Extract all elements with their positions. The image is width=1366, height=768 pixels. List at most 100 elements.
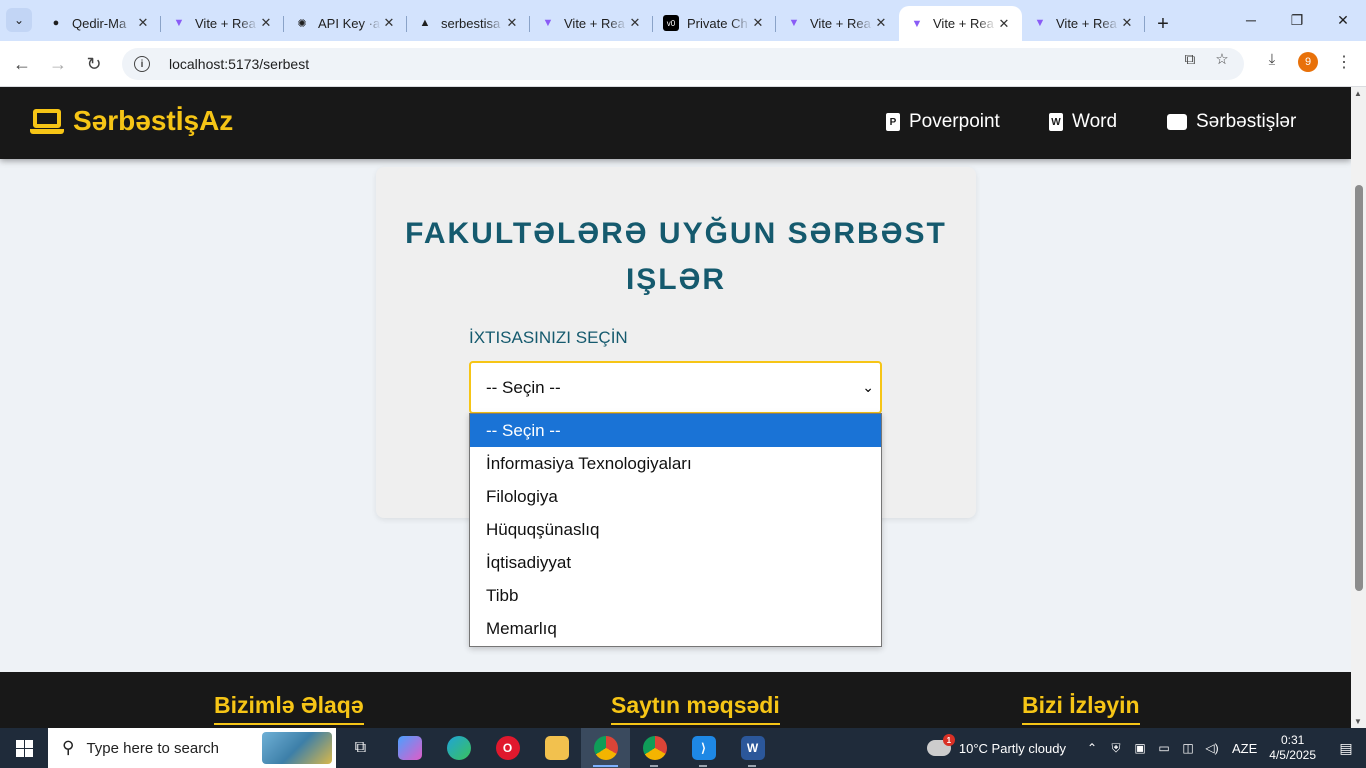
- partly-cloudy-icon: 1: [926, 734, 955, 756]
- vscode-icon[interactable]: ⟩: [679, 728, 728, 768]
- site-info-icon[interactable]: i: [134, 56, 150, 72]
- dropdown-option[interactable]: Memarlıq: [470, 612, 881, 645]
- volume-icon[interactable]: ◁): [1200, 741, 1224, 755]
- forward-button[interactable]: →: [45, 51, 71, 77]
- browser-tab[interactable]: ▼ Vite + Rea ✕: [1022, 8, 1145, 38]
- tab-title: Private Ch: [687, 15, 748, 31]
- browser-tab[interactable]: ▼ Vite + Rea ✕: [530, 8, 653, 38]
- new-tab-button[interactable]: +: [1149, 10, 1177, 38]
- url-text[interactable]: localhost:5173/serbest: [169, 56, 309, 72]
- dropdown-option[interactable]: Hüquqşünaslıq: [470, 513, 881, 546]
- site-logo[interactable]: SərbəstİşAz: [30, 105, 233, 137]
- close-tab-icon[interactable]: ✕: [135, 15, 151, 31]
- browser-tab-strip: ⌄ ● Qedir-Ma ✕ ▼ Vite + Rea ✕ ✺ API Key ·a ✕ ▲…: [0, 0, 1366, 41]
- dropdown-option[interactable]: -- Seçin --: [470, 414, 881, 447]
- vite-icon: ▼: [788, 17, 800, 29]
- browser-menu-icon[interactable]: ⋮: [1334, 52, 1354, 72]
- scroll-up-icon[interactable]: ▲: [1354, 89, 1362, 98]
- file-explorer-icon[interactable]: [532, 728, 581, 768]
- meet-now-icon[interactable]: ▣: [1128, 741, 1152, 755]
- browser-tab[interactable]: v0 Private Ch ✕: [653, 8, 776, 38]
- browser-tab[interactable]: ✺ API Key ·a ✕: [284, 8, 407, 38]
- tab-list: ● Qedir-Ma ✕ ▼ Vite + Rea ✕ ✺ API Key ·a ✕ ▲ se…: [38, 6, 1177, 41]
- copilot-icon[interactable]: [385, 728, 434, 768]
- reload-button[interactable]: ↻: [81, 51, 107, 77]
- browser-tab[interactable]: ▲ serbestisa ✕: [407, 8, 530, 38]
- profile-avatar[interactable]: 9: [1298, 52, 1318, 72]
- dropdown-option[interactable]: İqtisadiyyat: [470, 546, 881, 579]
- edge-icon[interactable]: [434, 728, 483, 768]
- vite-icon: ▼: [911, 17, 923, 30]
- language-indicator[interactable]: AZE: [1232, 741, 1257, 756]
- close-tab-icon[interactable]: ✕: [627, 15, 643, 31]
- chrome-profile-icon[interactable]: [630, 728, 679, 768]
- clock[interactable]: 0:31 4/5/2025: [1269, 733, 1316, 763]
- vite-icon: ▼: [173, 17, 185, 29]
- system-tray: 1 10°C Partly cloudy ⌃ ⛨ ▣ ▭ ◫ ◁) AZE 0:…: [926, 728, 1366, 768]
- bookmark-star-icon[interactable]: ☆: [1212, 49, 1232, 69]
- specialty-dropdown-list: -- Seçin -- İnformasiya Texnologiyaları …: [469, 413, 882, 647]
- network-icon[interactable]: ▭: [1152, 741, 1176, 755]
- dropdown-option[interactable]: Tibb: [470, 579, 881, 612]
- minimize-button[interactable]: ─: [1228, 0, 1274, 40]
- browser-tab-active[interactable]: ▼ Vite + Rea ✕: [899, 6, 1022, 41]
- browser-tab[interactable]: ▼ Vite + Rea ✕: [776, 8, 899, 38]
- opera-icon[interactable]: O: [483, 728, 532, 768]
- search-highlight-image: [262, 732, 332, 764]
- close-tab-icon[interactable]: ✕: [381, 15, 397, 31]
- close-tab-icon[interactable]: ✕: [504, 15, 520, 31]
- close-tab-icon[interactable]: ✕: [996, 16, 1012, 32]
- laptop-icon: [30, 107, 64, 135]
- notification-icon[interactable]: ▤: [1326, 728, 1366, 768]
- nav-link-freelance[interactable]: Sərbəstişlər: [1167, 111, 1296, 133]
- download-icon[interactable]: ⤓: [1262, 49, 1282, 69]
- scroll-down-icon[interactable]: ▼: [1354, 717, 1362, 726]
- v0-icon: v0: [663, 15, 679, 31]
- tab-title: Vite + Rea: [195, 15, 256, 31]
- scrollbar-thumb[interactable]: [1355, 185, 1363, 591]
- specialty-select[interactable]: -- Seçin -- ⌄: [469, 361, 882, 414]
- chevron-up-icon[interactable]: ⌃: [1080, 741, 1104, 755]
- close-tab-icon[interactable]: ✕: [258, 15, 274, 31]
- close-tab-icon[interactable]: ✕: [1119, 15, 1135, 31]
- taskbar-search[interactable]: ⚲ Type here to search: [48, 728, 336, 768]
- browser-tab[interactable]: ● Qedir-Ma ✕: [38, 8, 161, 38]
- tab-title: Vite + Rea: [1056, 15, 1117, 31]
- briefcase-icon: [1167, 114, 1187, 130]
- security-icon[interactable]: ⛨: [1104, 741, 1128, 756]
- weather-widget[interactable]: 1 10°C Partly cloudy: [926, 734, 1066, 756]
- tab-title: API Key ·a: [318, 15, 381, 31]
- address-bar[interactable]: i localhost:5173/serbest: [122, 48, 1244, 80]
- window-controls: ─ ❐ ✕: [1228, 0, 1366, 40]
- vite-icon: ▼: [542, 17, 554, 29]
- nav-label: Word: [1072, 111, 1118, 132]
- close-tab-icon[interactable]: ✕: [750, 15, 766, 31]
- nav-label: Poverpoint: [909, 111, 1000, 132]
- tab-title: Qedir-Ma: [72, 15, 127, 31]
- tab-search-button[interactable]: ⌄: [6, 8, 32, 32]
- task-view-icon[interactable]: ⧉: [336, 728, 385, 768]
- tab-title: serbestisa: [441, 15, 501, 31]
- close-tab-icon[interactable]: ✕: [873, 15, 889, 31]
- translate-icon[interactable]: ⧉: [1180, 49, 1200, 69]
- restore-button[interactable]: ❐: [1274, 0, 1320, 40]
- nav-link-word[interactable]: W Word: [1049, 111, 1117, 133]
- powerpoint-file-icon: P: [886, 113, 900, 131]
- dropdown-option[interactable]: Filologiya: [470, 480, 881, 513]
- display-icon[interactable]: ◫: [1176, 741, 1200, 755]
- nav-link-powerpoint[interactable]: P Poverpoint: [886, 111, 1000, 133]
- weather-text: 10°C Partly cloudy: [958, 740, 1066, 756]
- chrome-icon[interactable]: [581, 728, 630, 768]
- back-button[interactable]: ←: [9, 51, 35, 77]
- site-footer: Bizimlə Əlaqə Saytın məqsədi Bizi İzləyi…: [0, 672, 1351, 728]
- dropdown-option[interactable]: İnformasiya Texnologiyaları: [470, 447, 881, 480]
- start-button[interactable]: [0, 728, 48, 768]
- page-scrollbar[interactable]: ▲ ▼: [1351, 87, 1366, 728]
- close-window-button[interactable]: ✕: [1320, 0, 1366, 40]
- word-app-icon[interactable]: W: [728, 728, 777, 768]
- openai-icon: ✺: [297, 17, 307, 30]
- browser-tab[interactable]: ▼ Vite + Rea ✕: [161, 8, 284, 38]
- search-icon: ⚲: [62, 738, 75, 757]
- tab-title: Vite + Rea: [810, 15, 871, 31]
- windows-logo-icon: [15, 739, 33, 757]
